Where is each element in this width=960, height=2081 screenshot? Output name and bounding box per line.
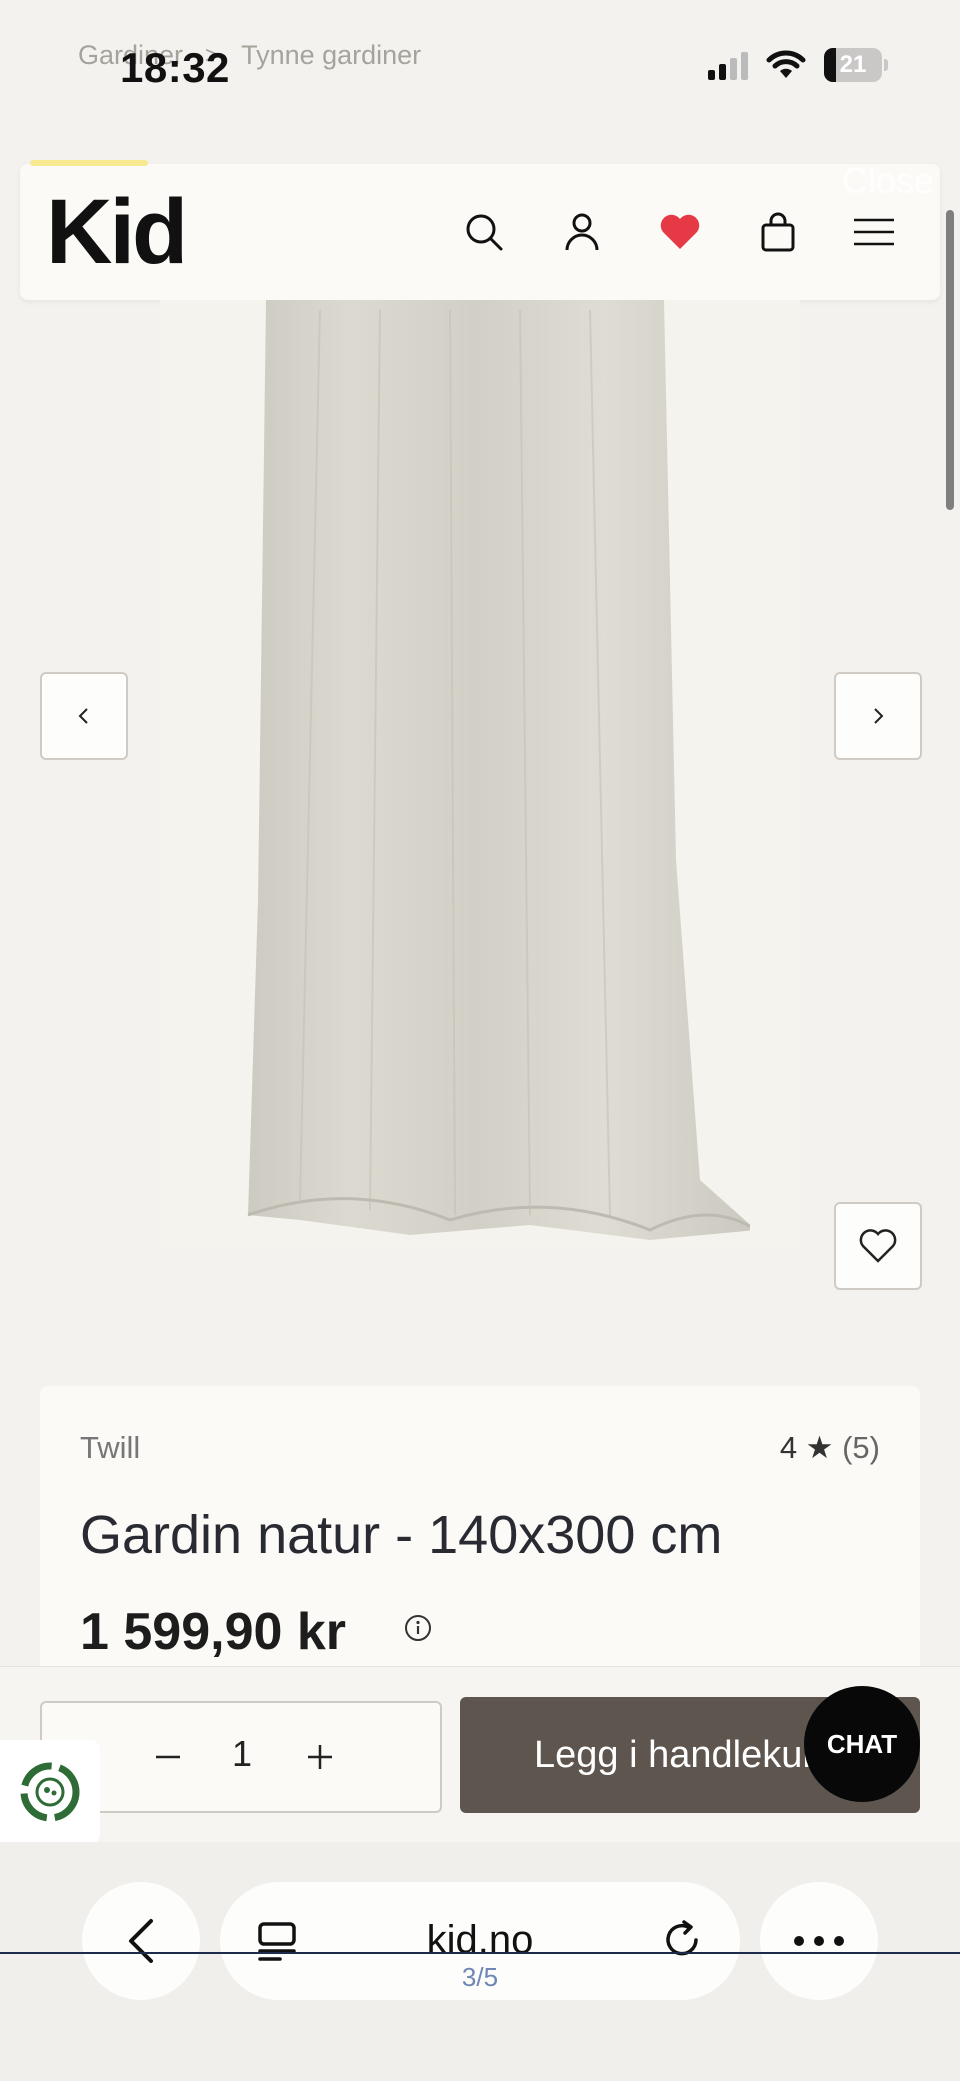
divider-line: [0, 1952, 960, 1954]
menu-icon[interactable]: [850, 208, 898, 256]
rating-value: 4 ★: [779, 1430, 834, 1465]
curtain-image: [247, 300, 750, 1240]
promo-tab[interactable]: [30, 160, 148, 166]
heart-icon[interactable]: [656, 208, 704, 256]
reload-icon[interactable]: [660, 1918, 704, 1962]
battery-icon: 21: [824, 48, 888, 82]
quantity-value[interactable]: 1: [232, 1733, 252, 1775]
product-image[interactable]: [160, 300, 800, 1250]
chevron-left-icon: [78, 708, 88, 724]
product-brand[interactable]: Twill: [80, 1430, 140, 1466]
product-rating[interactable]: 4 ★ (5): [780, 1430, 880, 1466]
wishlist-button[interactable]: [834, 1202, 922, 1290]
heart-outline-icon: [859, 1229, 897, 1263]
minus-icon[interactable]: [148, 1737, 188, 1777]
ellipsis-icon: [794, 1936, 844, 1946]
chevron-right-icon: [874, 708, 884, 724]
account-icon[interactable]: [558, 208, 606, 256]
info-icon[interactable]: [404, 1614, 432, 1642]
kid-logo[interactable]: Kid: [46, 186, 188, 278]
breadcrumb-item-tynne-gardiner[interactable]: Tynne gardiner: [241, 40, 421, 71]
product-info-card: Twill 4 ★ (5) Gardin natur - 140x300 cm …: [40, 1386, 920, 1686]
bag-icon[interactable]: [754, 208, 802, 256]
close-label[interactable]: Close: [842, 160, 934, 202]
cellular-signal-icon: [708, 50, 748, 80]
page-counter: 3/5: [461, 1962, 499, 1992]
product-price: 1 599,90 kr: [80, 1603, 347, 1661]
site-header: Kid: [20, 160, 940, 300]
recycle-icon: [20, 1762, 80, 1822]
gallery-next-button[interactable]: [834, 672, 922, 760]
rating-count: (5): [842, 1430, 880, 1465]
battery-level: 21: [839, 51, 867, 78]
quantity-stepper: 1: [40, 1701, 442, 1813]
back-arrow-icon: [129, 1919, 153, 1963]
scrollbar[interactable]: [946, 210, 954, 510]
search-icon[interactable]: [460, 208, 508, 256]
product-title: Gardin natur - 140x300 cm: [80, 1505, 723, 1565]
eco-badge[interactable]: [0, 1740, 100, 1844]
status-time: 18:32: [120, 44, 230, 91]
gallery-prev-button[interactable]: [40, 672, 128, 760]
wifi-icon: [766, 50, 806, 78]
plus-icon[interactable]: [300, 1737, 340, 1777]
status-indicators: 21: [708, 48, 888, 82]
chat-button[interactable]: CHAT: [804, 1686, 920, 1802]
